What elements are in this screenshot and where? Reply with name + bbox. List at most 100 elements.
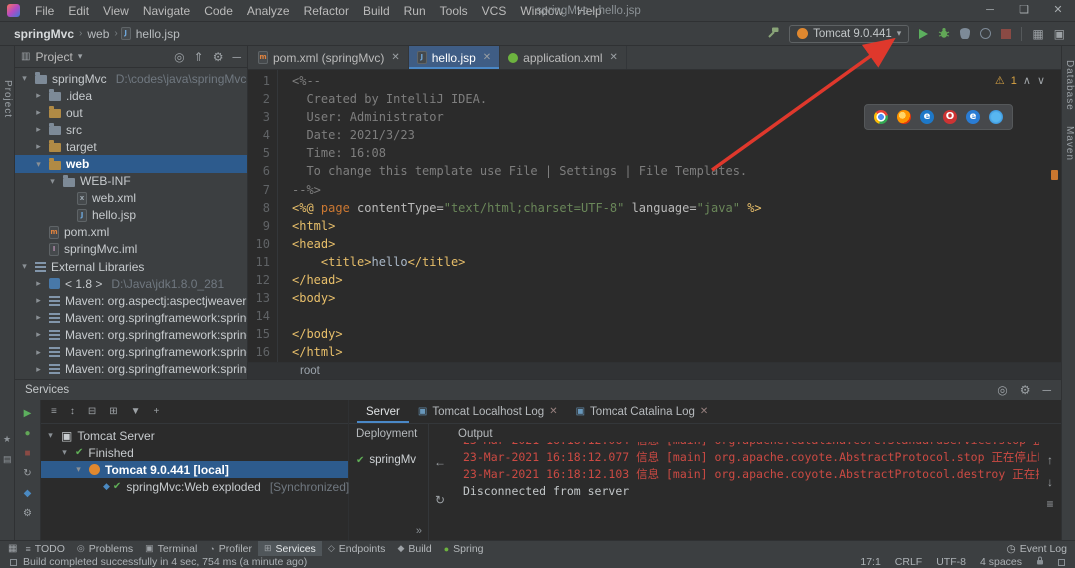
project-tree-item[interactable]: Jhello.jsp	[15, 207, 247, 224]
menu-file[interactable]: File	[28, 4, 61, 18]
chevron-icon[interactable]: ▸	[33, 107, 44, 118]
chevron-icon[interactable]: ▾	[33, 159, 44, 170]
project-tree-item[interactable]: ▸ Maven: org.springframework:spring	[15, 309, 247, 326]
settings-icon[interactable]: ⚙	[213, 51, 224, 63]
toolwindow-button-todo[interactable]: ≡ TODO	[19, 541, 70, 556]
ie-icon[interactable]: e	[966, 110, 980, 124]
project-tree-item[interactable]: ▸ out	[15, 104, 247, 121]
breadcrumb-item-web[interactable]: web	[85, 27, 111, 41]
menu-navigate[interactable]: Navigate	[136, 4, 197, 18]
close-icon[interactable]: ✕	[610, 52, 618, 63]
close-icon[interactable]: ✕	[700, 406, 708, 417]
line-separator[interactable]: CRLF	[895, 556, 922, 568]
toolwindow-button-spring[interactable]: ● Spring	[438, 541, 490, 556]
debug-icon[interactable]: ●	[24, 428, 30, 439]
breadcrumb-item-hello.jsp[interactable]: hello.jsp	[134, 27, 182, 41]
chrome-icon[interactable]	[874, 110, 888, 124]
services-tree-item[interactable]: ▾ Tomcat 9.0.441 [local]	[41, 461, 348, 479]
log-tab-server[interactable]: Server	[357, 400, 409, 423]
opera-icon[interactable]: O	[943, 110, 957, 124]
menu-vcs[interactable]: VCS	[475, 4, 514, 18]
services-tree-item[interactable]: ▾ ▣ Tomcat Server	[41, 427, 348, 444]
close-button[interactable]: ✕	[1041, 0, 1075, 21]
menu-refactor[interactable]: Refactor	[297, 4, 356, 18]
project-tree-item[interactable]: ▾ web	[15, 155, 247, 173]
project-tree-item[interactable]: x web.xml	[15, 190, 247, 207]
next-issue-icon[interactable]: ∨	[1037, 74, 1045, 87]
project-tree-item[interactable]: ▾ springMvc D:\codes\java\springMvc	[15, 70, 247, 87]
editor-tab-application-xml[interactable]: application.xml ✕	[500, 46, 627, 69]
status-message[interactable]: Build completed successfully in 4 sec, 7…	[23, 556, 307, 568]
inspection-widget[interactable]: ⚠ 1 ∧ ∨	[995, 74, 1045, 88]
chevron-icon[interactable]: ▾	[45, 430, 56, 441]
scroll-up-icon[interactable]: ↑	[1047, 454, 1053, 466]
window-icon[interactable]: ▣	[1054, 28, 1065, 40]
project-tree-item[interactable]: ▸ Maven: org.springframework:spring	[15, 361, 247, 378]
toolwindow-switcher-icon[interactable]: ▦	[8, 543, 17, 554]
toolwindow-button-profiler[interactable]: ◔ Profiler	[203, 541, 258, 556]
services-tree-item[interactable]: ◆ ✔ springMvc:Web exploded [Synchronized]	[41, 478, 349, 495]
rerun-icon[interactable]: ↻	[23, 468, 31, 479]
soft-wrap-icon[interactable]: ≡	[1046, 498, 1053, 510]
services-title[interactable]: Services	[25, 384, 69, 396]
coverage-icon[interactable]	[960, 28, 971, 39]
project-tree-item[interactable]: IspringMvc.iml	[15, 241, 247, 258]
editor-body[interactable]: 1 2 3 4 5 6 7 8 9 10 11 12 13 14 15 16 <%-- Created by …	[248, 70, 1061, 362]
maven-stripe-tab[interactable]: Maven	[1064, 126, 1075, 161]
project-tree-item[interactable]: ▸ src	[15, 121, 247, 138]
layout-icon[interactable]: ▦	[1032, 28, 1043, 40]
hide-panel-icon[interactable]: ─	[232, 51, 241, 63]
scroll-down-icon[interactable]: ↓	[1047, 476, 1053, 488]
collapse-all-icon[interactable]: ⇑	[194, 51, 204, 63]
chevron-icon[interactable]: ▾	[73, 464, 84, 475]
console-output[interactable]: 23-Mar-2021 16:18:12.064 信息 [main] org.a…	[451, 442, 1039, 500]
chevron-icon[interactable]: ▾	[19, 261, 30, 272]
prev-issue-icon[interactable]: ∧	[1023, 74, 1031, 87]
menu-build[interactable]: Build	[356, 4, 397, 18]
chevron-icon[interactable]: ▸	[33, 329, 44, 340]
project-tree-item[interactable]: ▸ Maven: org.aspectj:aspectjweaver:1.9	[15, 292, 247, 309]
editor-tab-hello-jsp[interactable]: Jhello.jsp ✕	[408, 46, 501, 69]
close-icon[interactable]: ✕	[391, 52, 399, 63]
menu-view[interactable]: View	[96, 4, 136, 18]
breadcrumb-item-springmvc[interactable]: springMvc	[12, 27, 76, 41]
chevron-icon[interactable]: ▸	[33, 278, 44, 289]
log-tab-tomcat-catalina-log[interactable]: ▣ Tomcat Catalina Log ✕	[567, 400, 718, 423]
project-tree-item[interactable]: ▾ External Libraries	[15, 258, 247, 275]
close-icon[interactable]: ✕	[549, 406, 557, 417]
group-icon[interactable]: ≡	[51, 406, 57, 417]
menu-tools[interactable]: Tools	[433, 4, 475, 18]
chevron-icon[interactable]: ▸	[33, 141, 44, 152]
toolwindow-button-terminal[interactable]: ▣ Terminal	[139, 541, 203, 556]
locate-icon[interactable]: ◎	[174, 51, 184, 63]
stop-icon[interactable]: ■	[24, 448, 30, 459]
chevron-icon[interactable]: ▸	[33, 295, 44, 306]
deploy-icon[interactable]: ◆	[24, 488, 32, 499]
breadcrumb-root[interactable]: root	[300, 365, 320, 377]
chevron-icon[interactable]: ▾	[47, 176, 58, 187]
more-chevron-icon[interactable]: »	[416, 525, 422, 537]
run-icon[interactable]: ▶	[24, 408, 32, 419]
log-tab-tomcat-localhost-log[interactable]: ▣ Tomcat Localhost Log ✕	[409, 400, 567, 423]
structure-icon[interactable]: ▤	[3, 454, 12, 465]
editor-tab-pom-xml-springmvc-[interactable]: m pom.xml (springMvc) ✕	[250, 46, 409, 69]
project-panel-title[interactable]: Project	[35, 50, 72, 64]
minimize-button[interactable]: ─	[973, 0, 1007, 21]
maximize-button[interactable]: ❑	[1007, 0, 1041, 21]
lock-icon[interactable]	[1036, 556, 1044, 568]
chevron-icon[interactable]: ▾	[59, 447, 70, 458]
project-tree-item[interactable]: ▸ target	[15, 138, 247, 155]
project-tree-item[interactable]: ▸ .idea	[15, 87, 247, 104]
project-tree-item[interactable]: m pom.xml	[15, 224, 247, 241]
project-tree-item[interactable]: ▾ WEB-INF	[15, 173, 247, 190]
float-icon[interactable]: ◎	[997, 384, 1007, 396]
firefox-icon[interactable]	[897, 110, 911, 124]
indent-setting[interactable]: 4 spaces	[980, 556, 1022, 568]
event-log-button[interactable]: ◷ Event Log	[1007, 543, 1067, 555]
run-configuration-selector[interactable]: Tomcat 9.0.441 ▾	[789, 24, 910, 43]
debug-button[interactable]	[938, 27, 950, 41]
toolwindow-button-build[interactable]: ◆ Build	[391, 541, 437, 556]
deploy-arrow-icon[interactable]: ←	[434, 456, 446, 468]
menu-code[interactable]: Code	[197, 4, 240, 18]
collapse-icon[interactable]: ⊟	[88, 406, 96, 417]
